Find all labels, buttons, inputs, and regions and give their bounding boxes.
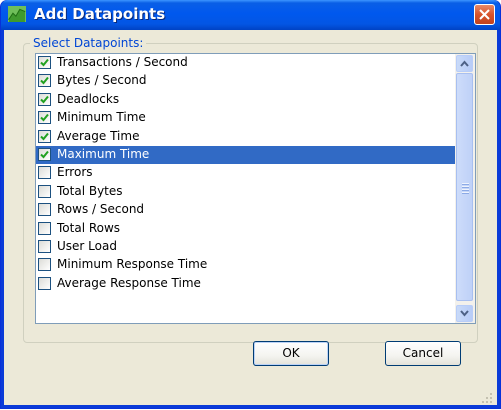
checkmark-icon	[40, 150, 49, 159]
chevron-up-icon	[460, 60, 469, 67]
cancel-button[interactable]: Cancel	[385, 341, 461, 366]
chart-icon	[8, 6, 26, 22]
list-item[interactable]: Minimum Time	[36, 109, 455, 127]
checkbox-checked[interactable]	[38, 74, 51, 88]
checkbox-unchecked[interactable]	[38, 166, 51, 180]
checkmark-icon	[40, 114, 49, 122]
checkmark-icon	[40, 77, 49, 85]
list-item-label: Deadlocks	[57, 91, 120, 106]
checkbox-checked[interactable]	[38, 92, 51, 106]
checkbox-unchecked[interactable]	[38, 221, 51, 235]
list-item-label: Average Response Time	[57, 275, 201, 290]
checkbox-unchecked[interactable]	[38, 203, 51, 217]
list-item-label: Rows / Second	[57, 202, 145, 217]
vertical-scrollbar[interactable]	[455, 54, 475, 323]
scroll-thumb-grip	[462, 183, 469, 195]
resize-grip-icon[interactable]	[481, 392, 493, 404]
datapoints-list[interactable]: Transactions / Second Bytes / Second Deadl…	[35, 53, 476, 324]
add-datapoints-dialog: Add Datapoints Select Datapoints: Transa…	[0, 0, 501, 409]
checkmark-icon	[40, 58, 49, 67]
list-item-label: Average Time	[57, 128, 140, 143]
list-item[interactable]: Transactions / Second	[36, 54, 455, 72]
checkbox-unchecked[interactable]	[38, 258, 51, 272]
list-item[interactable]: Total Bytes	[36, 183, 455, 201]
list-item[interactable]: Average Time	[36, 128, 455, 146]
list-item[interactable]: Rows / Second	[36, 201, 455, 219]
scroll-thumb[interactable]	[456, 73, 473, 301]
scroll-down-button[interactable]	[456, 305, 473, 322]
checkbox-unchecked[interactable]	[38, 184, 51, 198]
list-item-label: Errors	[57, 165, 93, 180]
list-item-label: Bytes / Second	[57, 73, 147, 88]
list-item[interactable]: User Load	[36, 238, 455, 256]
close-icon	[479, 9, 490, 20]
checkbox-unchecked[interactable]	[38, 276, 51, 290]
checkmark-icon	[40, 95, 49, 104]
checkbox-checked[interactable]	[38, 129, 51, 143]
list-item-label: Total Bytes	[57, 183, 123, 198]
window-title: Add Datapoints	[34, 5, 166, 23]
checkmark-icon	[40, 132, 49, 141]
list-item[interactable]: Average Response Time	[36, 275, 455, 293]
list-item-label: Minimum Response Time	[57, 257, 208, 272]
chevron-down-icon	[460, 310, 469, 317]
group-label: Select Datapoints:	[30, 36, 147, 50]
datapoints-list-items: Transactions / Second Bytes / Second Deadl…	[36, 54, 455, 293]
checkbox-checked[interactable]	[38, 147, 51, 161]
list-item-label: Transactions / Second	[57, 55, 188, 69]
title-bar[interactable]: Add Datapoints	[1, 0, 500, 30]
list-item-label: User Load	[57, 238, 117, 253]
list-item[interactable]: Minimum Response Time	[36, 256, 455, 274]
list-item-label: Maximum Time	[57, 146, 150, 161]
checkbox-checked[interactable]	[38, 111, 51, 125]
ok-button[interactable]: OK	[253, 341, 329, 366]
list-item[interactable]: Total Rows	[36, 220, 455, 238]
list-item-label: Total Rows	[57, 220, 121, 235]
list-item-label: Minimum Time	[57, 110, 146, 125]
checkbox-checked[interactable]	[38, 56, 51, 69]
list-item[interactable]: Bytes / Second	[36, 72, 455, 90]
list-item[interactable]: Maximum Time	[36, 145, 455, 165]
scroll-up-button[interactable]	[456, 55, 473, 72]
checkbox-unchecked[interactable]	[38, 239, 51, 253]
close-button[interactable]	[474, 4, 495, 25]
list-item[interactable]: Deadlocks	[36, 91, 455, 109]
list-item[interactable]: Errors	[36, 164, 455, 182]
